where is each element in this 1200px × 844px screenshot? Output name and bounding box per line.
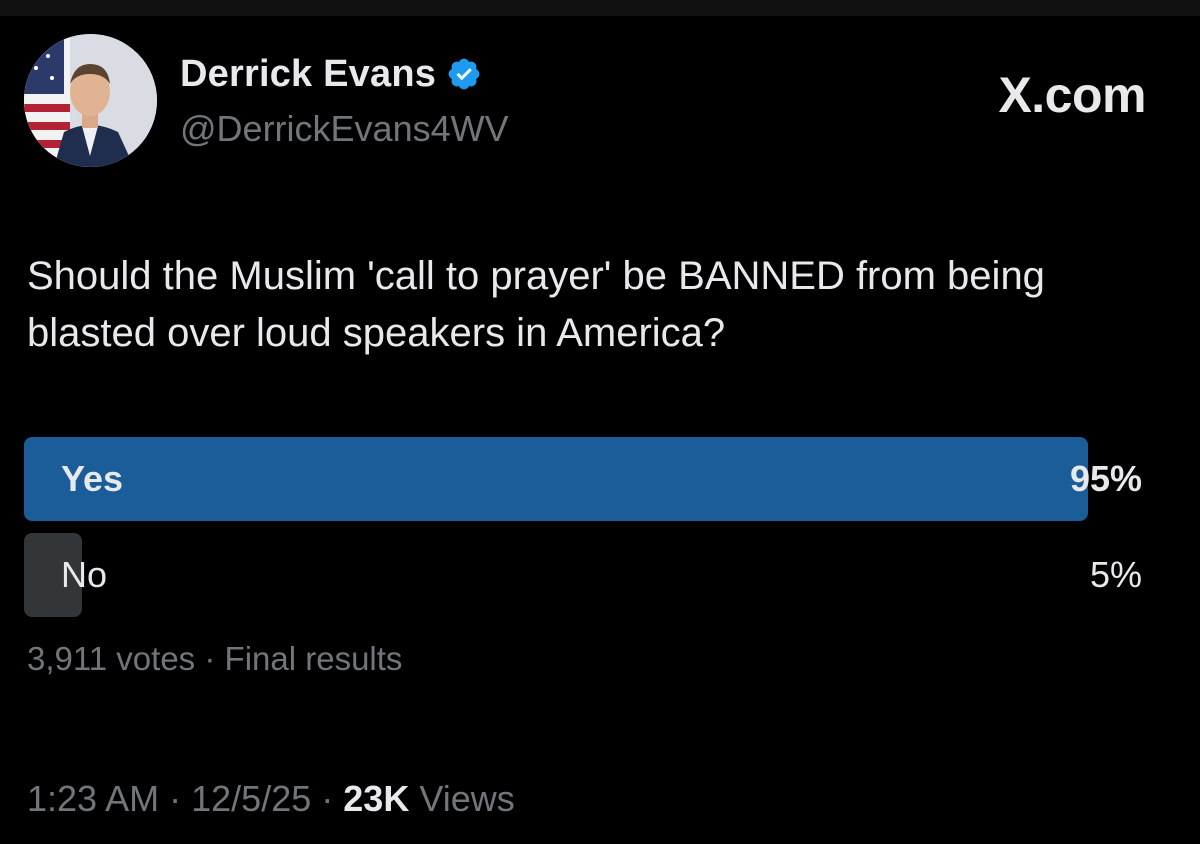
poll-meta: 3,911 votes · Final results [27, 640, 402, 678]
author-name-row: Derrick Evans [180, 52, 482, 96]
top-strip [0, 0, 1200, 16]
poll-meta-separator: · [204, 640, 216, 677]
site-brand: X.com [998, 67, 1146, 123]
post-text: Should the Muslim 'call to prayer' be BA… [27, 254, 1045, 355]
footer-separator: · [169, 778, 182, 819]
views-count[interactable]: 23K [343, 778, 409, 819]
poll-option-label: Yes [61, 458, 124, 499]
poll-option-percent: 5% [1089, 554, 1142, 595]
author-handle[interactable]: @DerrickEvans4WV [180, 108, 509, 150]
poll-option-no[interactable]: No 5% [24, 533, 1144, 617]
author-name[interactable]: Derrick Evans [180, 53, 436, 96]
poll-option-percent: 95% [1069, 458, 1142, 499]
views-label: Views [419, 778, 515, 819]
post-date[interactable]: 12/5/25 [191, 778, 311, 819]
poll-votes: 3,911 votes [27, 640, 196, 677]
post-time[interactable]: 1:23 AM [27, 778, 159, 819]
poll-option-label: No [61, 554, 108, 595]
poll-status: Final results [224, 640, 403, 677]
avatar[interactable] [24, 34, 157, 167]
verified-badge-icon [446, 56, 482, 92]
poll: Yes 95% No 5% [24, 437, 1144, 629]
avatar-photo-icon [24, 34, 157, 167]
post-footer: 1:23 AM · 12/5/25 · 23K Views [27, 778, 515, 820]
footer-separator: · [321, 778, 334, 819]
poll-bar-yes [24, 437, 1088, 521]
poll-option-yes[interactable]: Yes 95% [24, 437, 1144, 521]
